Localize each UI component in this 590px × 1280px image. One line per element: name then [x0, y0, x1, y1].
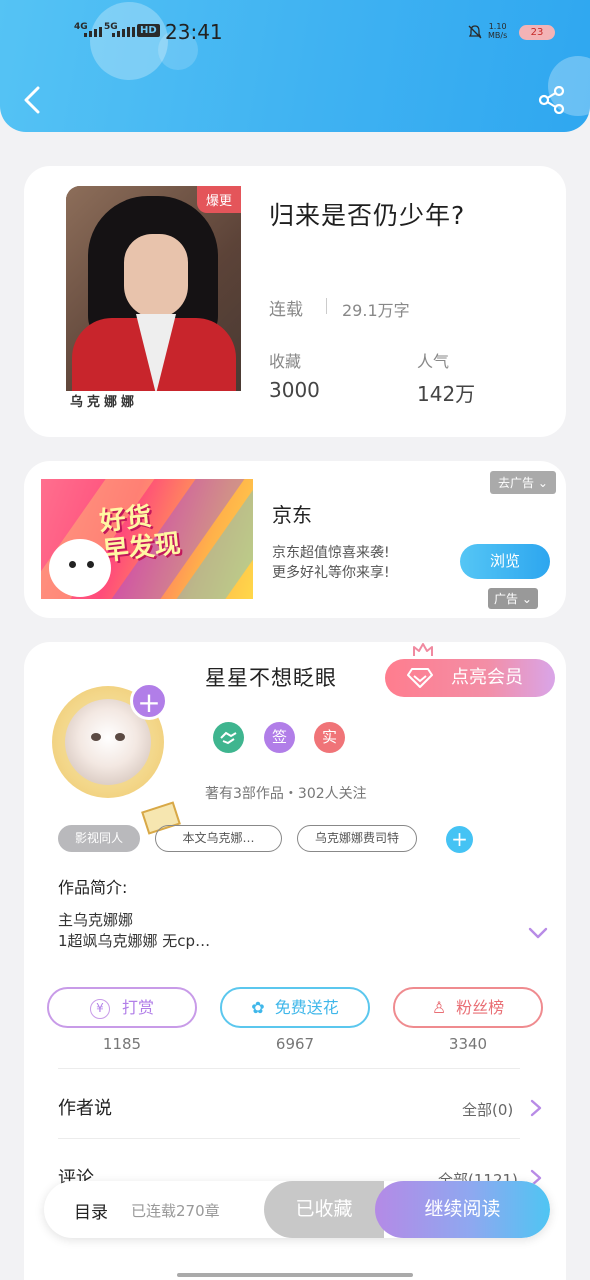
fans-ranking-button[interactable]: ♙ 粉丝榜: [393, 987, 543, 1028]
divider: [58, 1068, 520, 1069]
chevron-down-icon: ⌄: [521, 592, 532, 606]
mascot-eye: [69, 561, 76, 568]
network-speed: 1.10 MB/s: [488, 22, 507, 40]
intro-text: 主乌克娜娜 1超飒乌克娜娜 无cp…: [58, 910, 210, 952]
avatar-eye: [91, 733, 101, 741]
author-works-info: 著有3部作品・302人关注: [205, 786, 367, 802]
ad-description-line2: 更多好礼等你来享!: [272, 565, 390, 581]
intro-title: 作品简介:: [58, 878, 128, 897]
ad-browse-button[interactable]: 浏览: [460, 544, 550, 579]
ad-mascot-dog: [49, 539, 111, 597]
chevron-down-icon[interactable]: [528, 926, 548, 940]
author-says-all-link[interactable]: 全部(0): [462, 1099, 513, 1120]
divider: [326, 298, 327, 314]
ad-card[interactable]: 好货 早发现 去广告 ⌄ 京东 京东超值惊喜来袭! 更多好礼等你来享! 浏览 广…: [24, 461, 566, 618]
share-icon[interactable]: [538, 86, 566, 114]
home-indicator[interactable]: [177, 1273, 413, 1277]
ad-image-text: 好货 早发现: [98, 499, 182, 567]
book-title: 归来是否仍少年?: [269, 201, 466, 230]
certified-author-icon[interactable]: [213, 722, 244, 753]
hd-voice-badge: HD: [137, 24, 160, 37]
ad-brand: 京东: [272, 503, 312, 527]
add-tag-button[interactable]: +: [446, 826, 473, 853]
ad-image[interactable]: 好货 早发现: [41, 479, 253, 599]
signed-author-badge[interactable]: 签: [264, 722, 295, 753]
network-speed-value: 1.10: [488, 22, 507, 31]
verified-real-name-badge[interactable]: 实: [314, 722, 345, 753]
divider: [58, 1138, 520, 1139]
tag-chip[interactable]: 影视同人: [58, 825, 140, 852]
diamond-icon: [407, 668, 433, 688]
popularity-label: 人气: [417, 352, 450, 371]
signal-bars-icon: [112, 27, 135, 37]
author-says-title: 作者说: [58, 1098, 112, 1119]
vip-button-label: 点亮会员: [451, 667, 523, 688]
clock: 23:41: [165, 20, 223, 44]
avatar-eye: [115, 733, 125, 741]
fans-count: 3340: [448, 1035, 488, 1053]
fans-ranking-label: 粉丝榜: [456, 998, 505, 1017]
remove-ad-label: 去广告: [498, 476, 535, 490]
tag-chip[interactable]: 乌克娜娜费司特: [297, 825, 417, 852]
bottom-action-bar: 目录 已连载270章 已收藏 继续阅读: [44, 1181, 550, 1238]
tag-chip[interactable]: 本文乌克娜…: [155, 825, 282, 852]
remove-ad-button[interactable]: 去广告 ⌄: [490, 471, 556, 494]
cover-figure-face: [124, 234, 188, 318]
mute-bell-icon: [468, 25, 482, 39]
crown-icon: [413, 643, 433, 656]
handshake-icon: [220, 731, 237, 745]
send-flower-label: 免费送花: [274, 998, 339, 1017]
chapter-count[interactable]: 已连载270章: [131, 1200, 220, 1221]
ad-description: 京东超值惊喜来袭! 更多好礼等你来享!: [272, 543, 390, 583]
reward-count: 1185: [102, 1035, 142, 1053]
network-speed-unit: MB/s: [488, 31, 508, 40]
cover-caption: 乌克娜娜: [66, 391, 241, 414]
intro-line2: 1超飒乌克娜娜 无cp…: [58, 932, 211, 950]
ad-label-text: 广告: [494, 592, 519, 606]
book-word-count: 29.1万字: [342, 301, 410, 320]
book-status: 连载: [269, 300, 303, 320]
vip-membership-button[interactable]: 点亮会员: [385, 659, 555, 697]
yuan-icon: ¥: [89, 998, 110, 1019]
user-icon: ♙: [431, 998, 447, 1017]
reward-label: 打赏: [121, 998, 154, 1017]
flower-icon: ✿: [251, 998, 265, 1017]
intro-line1: 主乌克娜娜: [58, 911, 134, 929]
continue-reading-button[interactable]: 继续阅读: [375, 1181, 550, 1238]
ad-description-line1: 京东超值惊喜来袭!: [272, 545, 390, 561]
follow-author-button[interactable]: +: [130, 682, 168, 720]
book-info-card: 乌克娜娜 爆更 归来是否仍少年? 连载 29.1万字 收藏 3000 人气 14…: [24, 166, 566, 437]
mascot-eye: [87, 561, 94, 568]
popularity-value: 142万: [417, 382, 476, 406]
collected-button[interactable]: 已收藏: [264, 1181, 384, 1238]
chevron-down-icon: ⌄: [537, 476, 548, 490]
reward-button[interactable]: ¥ 打赏: [47, 987, 197, 1028]
back-arrow-icon[interactable]: [20, 86, 46, 114]
hot-update-badge: 爆更: [196, 186, 241, 213]
battery-indicator: 23: [519, 25, 555, 40]
author-name: 星星不想眨眼: [205, 666, 337, 690]
chevron-right-icon[interactable]: [530, 1099, 542, 1117]
ad-label-badge[interactable]: 广告 ⌄: [488, 588, 538, 609]
table-of-contents-button[interactable]: 目录: [74, 1198, 108, 1223]
status-bar: 4G 5G HD 23:41 1.10 MB/s 23: [0, 18, 590, 48]
signal-bars-icon: [84, 27, 102, 37]
favorites-value: 3000: [269, 378, 320, 402]
send-flower-button[interactable]: ✿ 免费送花: [220, 987, 370, 1028]
favorites-label: 收藏: [269, 352, 302, 371]
flower-count: 6967: [275, 1035, 315, 1053]
book-cover[interactable]: 乌克娜娜 爆更: [66, 186, 241, 414]
top-header: 4G 5G HD 23:41 1.10 MB/s 23: [0, 0, 590, 132]
